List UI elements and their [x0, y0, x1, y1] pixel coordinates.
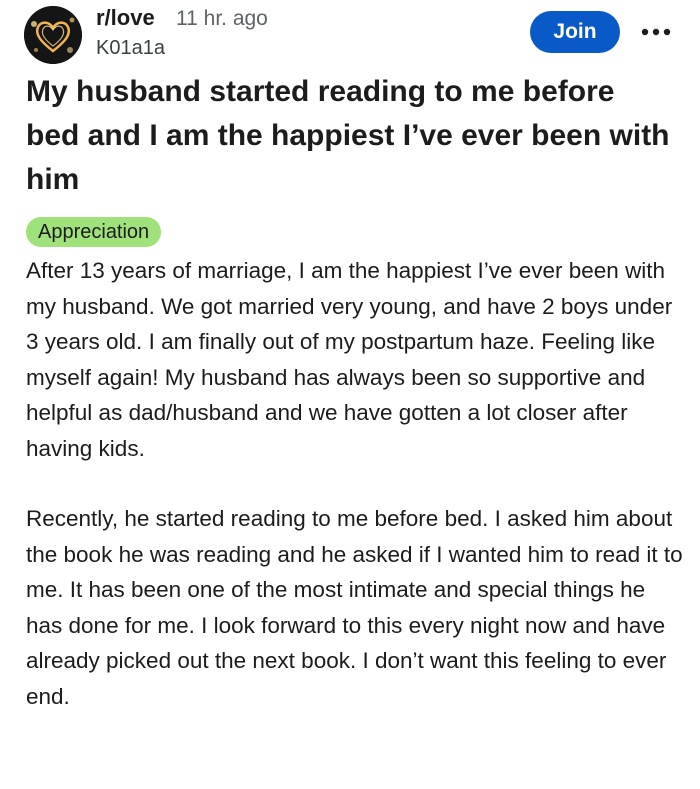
reddit-post: r/love 11 hr. ago K01a1a Join My husband… [0, 0, 700, 789]
body-paragraph: After 13 years of marriage, I am the hap… [26, 258, 673, 461]
post-title[interactable]: My husband started reading to me before … [26, 70, 676, 202]
post-header: r/love 11 hr. ago K01a1a Join [24, 4, 674, 64]
subreddit-avatar[interactable] [24, 6, 82, 64]
more-horizontal-icon[interactable] [639, 18, 673, 46]
post-flair[interactable]: Appreciation [26, 217, 162, 247]
post-timestamp: 11 hr. ago [176, 7, 268, 30]
body-paragraph: Recently, he started reading to me befor… [26, 506, 683, 709]
author-username[interactable]: K01a1a [96, 37, 165, 60]
post-body: After 13 years of marriage, I am the hap… [26, 253, 686, 749]
join-button[interactable]: Join [530, 11, 620, 53]
heart-bokeh-icon [24, 6, 82, 64]
subreddit-name[interactable]: r/love [96, 5, 155, 31]
